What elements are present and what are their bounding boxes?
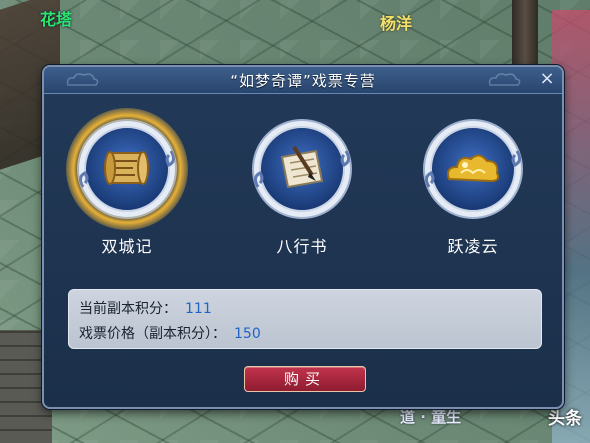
- letter-brush-icon: [252, 119, 352, 219]
- wooden-pillar: [512, 0, 538, 70]
- medallion[interactable]: [421, 117, 525, 221]
- ticket-shop-dialog: “如梦奇谭”戏票专营 × 双城记 八行书 跃凌云 当前副本积分： 111 戏票价…: [42, 65, 564, 409]
- ticket-price-value: 150: [234, 326, 261, 342]
- player-title-tag: 道 · 童生: [400, 408, 462, 426]
- ticket-option-baxingshu[interactable]: 八行书: [237, 117, 367, 267]
- item-label: 八行书: [276, 237, 328, 256]
- item-label: 跃凌云: [447, 237, 499, 256]
- golden-cloud-icon: [423, 119, 523, 219]
- ticket-price-row: 戏票价格（副本积分）： 150: [79, 323, 261, 343]
- ticket-option-yuelingyun[interactable]: 跃凌云: [408, 117, 538, 267]
- player-name-tag[interactable]: 花塔: [40, 6, 72, 30]
- scroll-map-icon: [77, 119, 177, 219]
- medallion[interactable]: [66, 108, 188, 230]
- current-points-value: 111: [185, 301, 212, 317]
- current-points-label: 当前副本积分：: [79, 301, 177, 317]
- ticket-option-shuangchengji[interactable]: 双城记: [62, 108, 192, 267]
- close-icon[interactable]: ×: [538, 70, 556, 88]
- ticket-price-label: 戏票价格（副本积分）：: [79, 326, 226, 342]
- medallion[interactable]: [250, 117, 354, 221]
- player-name-tag[interactable]: 杨洋: [380, 10, 412, 34]
- dialog-title: “如梦奇谭”戏票专营: [230, 72, 376, 90]
- current-points-row: 当前副本积分： 111: [79, 298, 212, 318]
- points-info-panel: 当前副本积分： 111 戏票价格（副本积分）： 150: [68, 289, 542, 349]
- buy-button[interactable]: 购买: [244, 366, 366, 392]
- dialog-header[interactable]: “如梦奇谭”戏票专营 ×: [44, 67, 562, 94]
- item-label: 双城记: [101, 237, 153, 256]
